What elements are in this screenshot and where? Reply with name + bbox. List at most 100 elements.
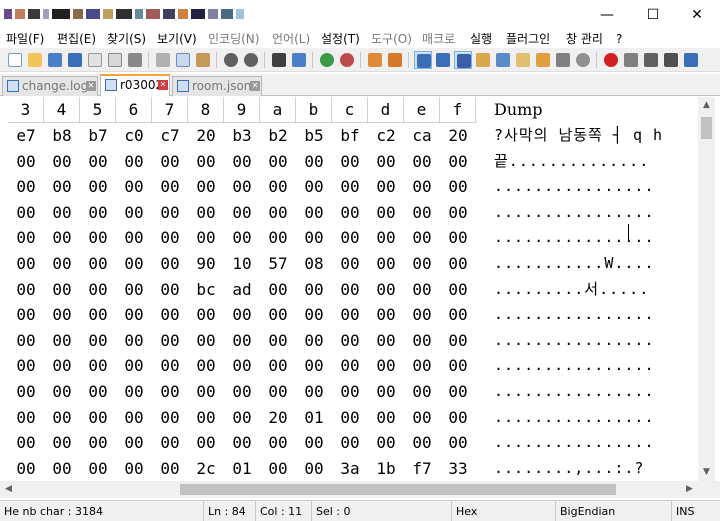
- hex-byte[interactable]: 00: [44, 225, 80, 251]
- hex-byte[interactable]: 00: [260, 302, 296, 328]
- hex-byte[interactable]: 00: [440, 200, 476, 226]
- hex-dump-text[interactable]: ................: [494, 302, 655, 328]
- menu-plugins[interactable]: 플러그인: [506, 30, 550, 48]
- hex-byte[interactable]: 00: [80, 277, 116, 303]
- replace-icon[interactable]: [290, 51, 308, 69]
- tab-close-icon[interactable]: ✕: [158, 80, 168, 90]
- hex-byte[interactable]: 00: [440, 174, 476, 200]
- menu-tools[interactable]: 도구(O): [371, 30, 412, 48]
- hex-byte[interactable]: 00: [440, 379, 476, 405]
- hex-byte[interactable]: 00: [440, 328, 476, 354]
- hex-byte[interactable]: 00: [116, 302, 152, 328]
- hex-byte[interactable]: 00: [332, 251, 368, 277]
- hex-byte[interactable]: 00: [152, 174, 188, 200]
- hex-byte[interactable]: 00: [116, 353, 152, 379]
- hex-row[interactable]: 00 00 00 00 00 00 00 00 00 00 00 00 00..............…: [0, 200, 698, 226]
- copy-icon[interactable]: [174, 51, 192, 69]
- hex-byte[interactable]: 00: [152, 353, 188, 379]
- hex-byte[interactable]: 00: [440, 353, 476, 379]
- hex-byte[interactable]: 00: [188, 302, 224, 328]
- menu-settings[interactable]: 설정(T): [321, 30, 360, 48]
- hex-byte[interactable]: 00: [152, 430, 188, 456]
- hex-byte[interactable]: 00: [296, 353, 332, 379]
- tab-room-json[interactable]: room.json ✕: [172, 76, 262, 96]
- save-icon[interactable]: [46, 51, 64, 69]
- hex-byte[interactable]: 00: [8, 353, 44, 379]
- hex-byte[interactable]: 00: [404, 353, 440, 379]
- close-file-icon[interactable]: [86, 51, 104, 69]
- hex-dump-text[interactable]: ................: [494, 430, 655, 456]
- hex-byte[interactable]: b8: [44, 123, 80, 149]
- hex-byte[interactable]: b7: [80, 123, 116, 149]
- horizontal-scrollbar[interactable]: ◀ ▶: [0, 481, 698, 498]
- hex-byte[interactable]: 00: [404, 379, 440, 405]
- hex-row[interactable]: 00 00 00 00 00 00 00 00 00 00 00 00 00..............…: [0, 302, 698, 328]
- menu-language[interactable]: 언어(L): [272, 30, 310, 48]
- hex-byte[interactable]: 00: [440, 405, 476, 431]
- hex-byte[interactable]: 00: [224, 379, 260, 405]
- function-list-icon[interactable]: [514, 51, 532, 69]
- hex-dump-text[interactable]: 끝..............: [494, 149, 649, 175]
- hex-byte[interactable]: 00: [224, 430, 260, 456]
- hex-byte[interactable]: 00: [8, 174, 44, 200]
- hex-byte[interactable]: 00: [188, 149, 224, 175]
- hex-byte[interactable]: bc: [188, 277, 224, 303]
- undo-icon[interactable]: [222, 51, 240, 69]
- vertical-scrollbar[interactable]: ▲ ▼: [698, 97, 715, 481]
- open-file-icon[interactable]: [26, 51, 44, 69]
- hex-byte[interactable]: 00: [152, 277, 188, 303]
- run-macro-multiple-icon[interactable]: [662, 51, 680, 69]
- hex-byte[interactable]: 00: [332, 405, 368, 431]
- hex-byte[interactable]: 00: [152, 200, 188, 226]
- hex-byte[interactable]: 00: [8, 200, 44, 226]
- hex-byte[interactable]: 00: [8, 405, 44, 431]
- hex-byte[interactable]: 00: [116, 200, 152, 226]
- hex-row[interactable]: 00 00 00 00 00 00 00 00 00 00 00 00 00..............…: [0, 430, 698, 456]
- hex-byte[interactable]: 00: [332, 174, 368, 200]
- hex-byte[interactable]: 00: [80, 405, 116, 431]
- hex-byte[interactable]: 00: [8, 225, 44, 251]
- hex-byte[interactable]: 01: [224, 456, 260, 481]
- hex-byte[interactable]: 00: [80, 430, 116, 456]
- hex-byte[interactable]: 00: [188, 225, 224, 251]
- menu-view[interactable]: 보기(V): [157, 30, 197, 48]
- vertical-scroll-thumb[interactable]: [701, 117, 712, 139]
- hex-byte[interactable]: 00: [152, 456, 188, 481]
- hex-byte[interactable]: 20: [188, 123, 224, 149]
- hex-byte[interactable]: 00: [188, 430, 224, 456]
- hex-byte[interactable]: 00: [296, 277, 332, 303]
- hex-byte[interactable]: 00: [116, 174, 152, 200]
- hex-byte[interactable]: b3: [224, 123, 260, 149]
- hex-byte[interactable]: 00: [368, 353, 404, 379]
- hex-byte[interactable]: 00: [440, 251, 476, 277]
- hex-byte[interactable]: 00: [332, 225, 368, 251]
- hex-byte[interactable]: 00: [80, 225, 116, 251]
- hex-editor[interactable]: Dump 3456789abcdef e7 b8 b7 c0 c7 20 b3 b2 b5 bf c…: [0, 97, 698, 481]
- hex-byte[interactable]: 00: [260, 430, 296, 456]
- hex-byte[interactable]: 00: [224, 174, 260, 200]
- hex-byte[interactable]: 00: [116, 225, 152, 251]
- hex-dump-text[interactable]: ................: [494, 200, 655, 226]
- tab-close-icon[interactable]: ✕: [86, 81, 96, 91]
- hex-byte[interactable]: 00: [116, 328, 152, 354]
- hex-row[interactable]: 00 00 00 00 00 2c 01 00 00 3a 1b f7 33........,...:.…: [0, 456, 698, 481]
- hex-byte[interactable]: 01: [296, 405, 332, 431]
- hex-byte[interactable]: 00: [224, 200, 260, 226]
- hex-byte[interactable]: 00: [188, 353, 224, 379]
- hex-byte[interactable]: 00: [368, 328, 404, 354]
- minimize-button[interactable]: —: [584, 0, 630, 30]
- menu-macro[interactable]: 매크로: [422, 30, 455, 48]
- hex-byte[interactable]: 00: [188, 379, 224, 405]
- save-macro-icon[interactable]: [682, 51, 700, 69]
- hex-byte[interactable]: 00: [116, 405, 152, 431]
- hex-byte[interactable]: 00: [260, 149, 296, 175]
- word-wrap-icon[interactable]: [414, 51, 432, 69]
- hex-dump-text[interactable]: .........서.....: [494, 277, 649, 303]
- hex-byte[interactable]: 00: [44, 456, 80, 481]
- hex-byte[interactable]: 00: [296, 379, 332, 405]
- hex-byte[interactable]: 00: [224, 302, 260, 328]
- hex-byte[interactable]: ad: [224, 277, 260, 303]
- hex-byte[interactable]: 00: [80, 174, 116, 200]
- horizontal-scroll-thumb[interactable]: [180, 484, 616, 495]
- hex-byte[interactable]: ca: [404, 123, 440, 149]
